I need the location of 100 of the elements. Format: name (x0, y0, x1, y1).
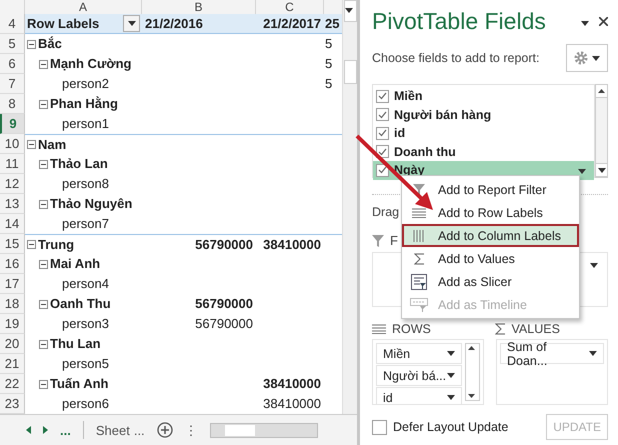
caret-icon (447, 395, 455, 400)
collapse-icon[interactable] (39, 100, 48, 108)
settings-button[interactable] (566, 44, 608, 72)
area-field[interactable]: Sum of Doan... (500, 343, 604, 364)
previous-sheet-icon[interactable] (26, 426, 31, 434)
rows-area[interactable]: Miền Người bá... id (372, 339, 484, 405)
pane-title: PivotTable Fields (372, 8, 547, 34)
caret-icon (344, 8, 353, 13)
collapse-icon[interactable] (27, 40, 36, 48)
row-number[interactable]: 20 (0, 334, 25, 354)
collapse-icon[interactable] (39, 60, 48, 68)
table-cell: 21/2/2016 (142, 14, 256, 34)
horizontal-scrollbar[interactable] (210, 422, 318, 438)
collapse-icon[interactable] (39, 300, 48, 308)
row-number[interactable]: 8 (0, 94, 25, 114)
checkbox-label: Defer Layout Update (393, 420, 510, 434)
close-icon[interactable] (599, 16, 608, 26)
row-number[interactable]: 9 (0, 114, 25, 134)
caret-icon (592, 56, 600, 60)
more-sheets-button[interactable]: ... (60, 422, 71, 438)
menu-item[interactable]: Add to Column Labels (402, 224, 579, 247)
table-cell: 5 (325, 36, 332, 51)
row-number[interactable]: 18 (0, 294, 25, 314)
table-cell: 56790000 (195, 316, 253, 331)
menu-item[interactable]: Add to Row Labels (402, 201, 579, 224)
row-label: Mạnh Cường (50, 55, 132, 73)
collapse-icon[interactable] (39, 380, 48, 388)
scroll-down-icon[interactable] (466, 392, 477, 400)
row-number[interactable]: 4 (0, 14, 25, 34)
checkbox[interactable] (376, 90, 389, 103)
row-number[interactable]: 6 (0, 54, 25, 74)
row-number[interactable]: 13 (0, 194, 25, 214)
row-number[interactable]: 17 (0, 274, 25, 294)
menu-item[interactable]: Add as Slicer (402, 270, 579, 293)
scroll-up-icon[interactable] (598, 89, 605, 93)
filter-dropdown-button[interactable] (123, 15, 140, 32)
values-area[interactable]: Sum of Doan... (496, 339, 608, 405)
scrollbar-thumb[interactable] (344, 60, 357, 84)
sheet-tab[interactable]: Sheet (96, 422, 130, 438)
column-header[interactable]: C (256, 0, 324, 15)
vertical-scrollbar[interactable] (465, 343, 480, 401)
row-number[interactable]: 14 (0, 214, 25, 234)
row-number[interactable]: 19 (0, 314, 25, 334)
checkbox[interactable] (376, 126, 389, 140)
field-item[interactable]: id (373, 124, 594, 142)
more-sheets-button[interactable]: ... (134, 422, 145, 438)
collapse-icon[interactable] (39, 160, 48, 168)
field-item[interactable]: Người bán hàng (373, 106, 594, 124)
scroll-up-button[interactable] (344, 0, 357, 22)
area-label: ROWS (392, 322, 432, 336)
row-number[interactable]: 5 (0, 34, 25, 54)
collapse-icon[interactable] (39, 260, 48, 268)
next-sheet-icon[interactable] (43, 426, 48, 434)
row-number[interactable]: 22 (0, 374, 25, 394)
menu-item[interactable]: Add to Values (402, 247, 579, 270)
vertical-scrollbar[interactable] (595, 84, 608, 178)
collapse-icon[interactable] (39, 200, 48, 208)
table-cell: 25 (324, 14, 342, 34)
collapse-icon[interactable] (27, 240, 36, 249)
timeline-icon (410, 298, 428, 312)
instruction-label: Choose fields to add to report: (372, 51, 540, 65)
row-number[interactable]: 7 (0, 74, 25, 94)
column-header[interactable]: A (25, 0, 142, 15)
scroll-up-icon[interactable] (466, 344, 477, 352)
table-cell-text: Row Labels (27, 14, 100, 32)
vertical-scrollbar[interactable] (342, 0, 357, 414)
row-label: person3 (62, 315, 109, 333)
field-item[interactable]: Doanh thu (373, 142, 594, 161)
rows-icon (372, 324, 386, 334)
field-item[interactable]: Miền (373, 87, 594, 106)
caret-icon (447, 351, 455, 356)
collapse-icon[interactable] (39, 340, 48, 348)
area-field[interactable]: id (376, 387, 462, 404)
row-label: person1 (62, 115, 109, 133)
area-field[interactable]: Người bá... (376, 365, 462, 386)
table-cell: 56790000 (195, 237, 253, 252)
rows-icon (412, 208, 426, 218)
checkbox[interactable] (376, 108, 389, 122)
row-number[interactable]: 11 (0, 154, 25, 174)
menu-item[interactable]: Add to Report Filter (402, 178, 579, 201)
settings-icon (574, 51, 588, 65)
dropdown-icon (578, 169, 586, 174)
column-header[interactable]: B (142, 0, 256, 15)
row-number[interactable]: 10 (0, 134, 25, 154)
area-field[interactable]: Miền (376, 343, 462, 364)
row-number[interactable]: 15 (0, 234, 25, 254)
options-handle[interactable]: ⋮ (184, 422, 198, 438)
sigma-icon (414, 252, 424, 264)
row-label: person7 (62, 215, 109, 233)
row-number[interactable]: 12 (0, 174, 25, 194)
row-label: Thu Lan (50, 335, 101, 353)
row-number[interactable]: 16 (0, 254, 25, 274)
row-number[interactable]: 21 (0, 354, 25, 374)
row-label: person6 (62, 395, 109, 413)
collapse-icon[interactable] (27, 140, 36, 149)
add-sheet-icon[interactable] (156, 422, 173, 438)
checkbox[interactable] (372, 420, 387, 434)
row-number[interactable]: 23 (0, 394, 25, 414)
row-label: Thảo Nguyên (50, 195, 132, 213)
row-label: person2 (62, 75, 109, 93)
